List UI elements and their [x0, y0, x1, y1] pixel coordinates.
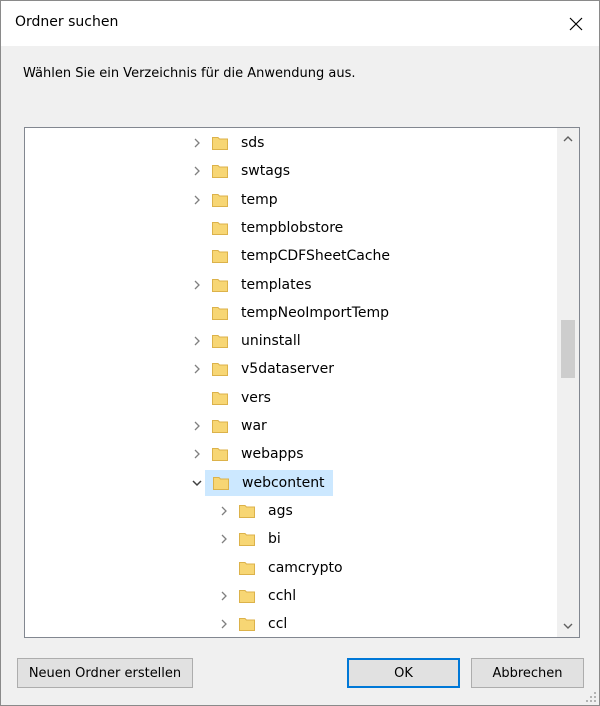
scroll-up-button[interactable]: [557, 128, 579, 150]
tree-item-label: tempCDFSheetCache: [241, 248, 391, 265]
tree-item-label: war: [241, 418, 267, 434]
scroll-down-button[interactable]: [557, 615, 579, 637]
tree-item[interactable]: tempblobstore: [25, 214, 557, 242]
close-button[interactable]: [553, 1, 599, 46]
tree-item-label: tempNeoImportTemp: [241, 304, 390, 321]
folder-icon: [239, 589, 255, 603]
tree-item-label: camcrypto: [268, 559, 343, 576]
folder-icon: [212, 278, 228, 292]
folder-icon: [212, 391, 228, 405]
tree-item[interactable]: ccl: [25, 610, 557, 637]
cancel-button[interactable]: Abbrechen: [471, 658, 584, 688]
folder-icon: [212, 165, 228, 179]
tree-item[interactable]: webcontent: [25, 469, 557, 497]
folder-icon: [213, 476, 229, 490]
expand-toggle[interactable]: [189, 192, 205, 208]
tree-item-label: ccl: [268, 616, 288, 633]
selection-highlight: webcontent: [205, 469, 333, 496]
tree-item[interactable]: ags: [25, 497, 557, 525]
folder-icon: [212, 448, 228, 462]
chevron-up-icon: [563, 136, 573, 142]
folder-icon: [239, 618, 255, 632]
folder-icon: [212, 137, 228, 150]
tree-item[interactable]: swtags: [25, 157, 557, 185]
tree-item-label: temp: [241, 191, 278, 208]
new-folder-button[interactable]: Neuen Ordner erstellen: [17, 658, 193, 688]
folder-icon: [239, 504, 255, 518]
chevron-right-icon: [194, 166, 200, 176]
folder-icon: [212, 193, 228, 207]
folder-icon: [239, 561, 255, 575]
folder-icon: [239, 533, 255, 547]
tree-item[interactable]: camcrypto: [25, 554, 557, 582]
tree-item-label: cchl: [268, 587, 297, 604]
tree-item-label: sds: [241, 135, 265, 151]
chevron-right-icon: [194, 138, 200, 148]
expand-toggle[interactable]: [189, 333, 205, 349]
chevron-right-icon: [221, 506, 227, 516]
window-title: Ordner suchen: [15, 14, 119, 30]
tree-item[interactable]: cchl: [25, 582, 557, 610]
expand-toggle[interactable]: [216, 616, 232, 632]
tree-item[interactable]: tempNeoImportTemp: [25, 299, 557, 327]
folder-icon: [212, 420, 228, 433]
tree-item-label: bi: [268, 531, 281, 548]
expand-toggle[interactable]: [189, 361, 205, 377]
chevron-right-icon: [194, 364, 200, 374]
resize-grip-icon[interactable]: [585, 691, 597, 703]
folder-icon: [212, 363, 228, 377]
tree-item[interactable]: temp: [25, 186, 557, 214]
tree-item[interactable]: sds: [25, 129, 557, 157]
expand-toggle[interactable]: [189, 418, 205, 434]
scrollbar-thumb[interactable]: [561, 320, 575, 378]
chevron-right-icon: [194, 280, 200, 289]
expand-toggle[interactable]: [189, 163, 205, 179]
chevron-right-icon: [221, 534, 227, 544]
tree-item-label: ags: [268, 502, 293, 519]
tree-item[interactable]: webapps: [25, 440, 557, 468]
tree-item[interactable]: tempCDFSheetCache: [25, 242, 557, 270]
expand-toggle[interactable]: [189, 277, 205, 293]
expand-toggle[interactable]: [216, 588, 232, 604]
title-bar: Ordner suchen: [1, 1, 599, 46]
chevron-right-icon: [194, 336, 200, 346]
chevron-right-icon: [221, 591, 227, 601]
folder-tree[interactable]: sds swtags temp tempblobstore tempCDFSheetCa…: [24, 127, 580, 638]
tree-item[interactable]: templates: [25, 271, 557, 299]
tree-item-label: templates: [241, 276, 312, 293]
chevron-right-icon: [194, 421, 200, 431]
chevron-down-icon: [563, 623, 573, 629]
chevron-right-icon: [194, 195, 200, 205]
close-icon: [569, 17, 583, 30]
chevron-right-icon: [194, 449, 200, 459]
tree-item[interactable]: v5dataserver: [25, 355, 557, 383]
tree-item-label: tempblobstore: [241, 219, 344, 236]
tree-item-label: vers: [241, 389, 271, 406]
folder-browser-dialog: Ordner suchen Wählen Sie ein Verzeichnis…: [0, 0, 600, 706]
folder-icon: [212, 306, 228, 320]
tree-item-label: swtags: [241, 163, 290, 180]
tree-item[interactable]: vers: [25, 384, 557, 412]
tree-item-label: webapps: [241, 446, 304, 463]
instruction-text: Wählen Sie ein Verzeichnis für die Anwen…: [23, 66, 356, 81]
expand-toggle[interactable]: [189, 446, 205, 462]
tree-item[interactable]: bi: [25, 525, 557, 553]
tree-item-label: uninstall: [241, 333, 301, 350]
vertical-scrollbar[interactable]: [557, 128, 579, 637]
tree-item-label: v5dataserver: [241, 361, 335, 378]
tree-item[interactable]: war: [25, 412, 557, 440]
ok-button[interactable]: OK: [347, 658, 460, 688]
tree-item[interactable]: uninstall: [25, 327, 557, 355]
folder-icon: [212, 250, 228, 264]
chevron-down-icon: [192, 480, 202, 486]
folder-icon: [212, 221, 228, 235]
expand-toggle[interactable]: [216, 503, 232, 519]
folder-icon: [212, 335, 228, 349]
expand-toggle[interactable]: [216, 531, 232, 547]
chevron-right-icon: [221, 619, 227, 629]
expand-toggle[interactable]: [189, 135, 205, 151]
collapse-toggle[interactable]: [189, 475, 205, 491]
folder-tree-rows: sds swtags temp tempblobstore tempCDFSheetCa…: [25, 128, 557, 637]
tree-item-label: webcontent: [242, 474, 325, 491]
